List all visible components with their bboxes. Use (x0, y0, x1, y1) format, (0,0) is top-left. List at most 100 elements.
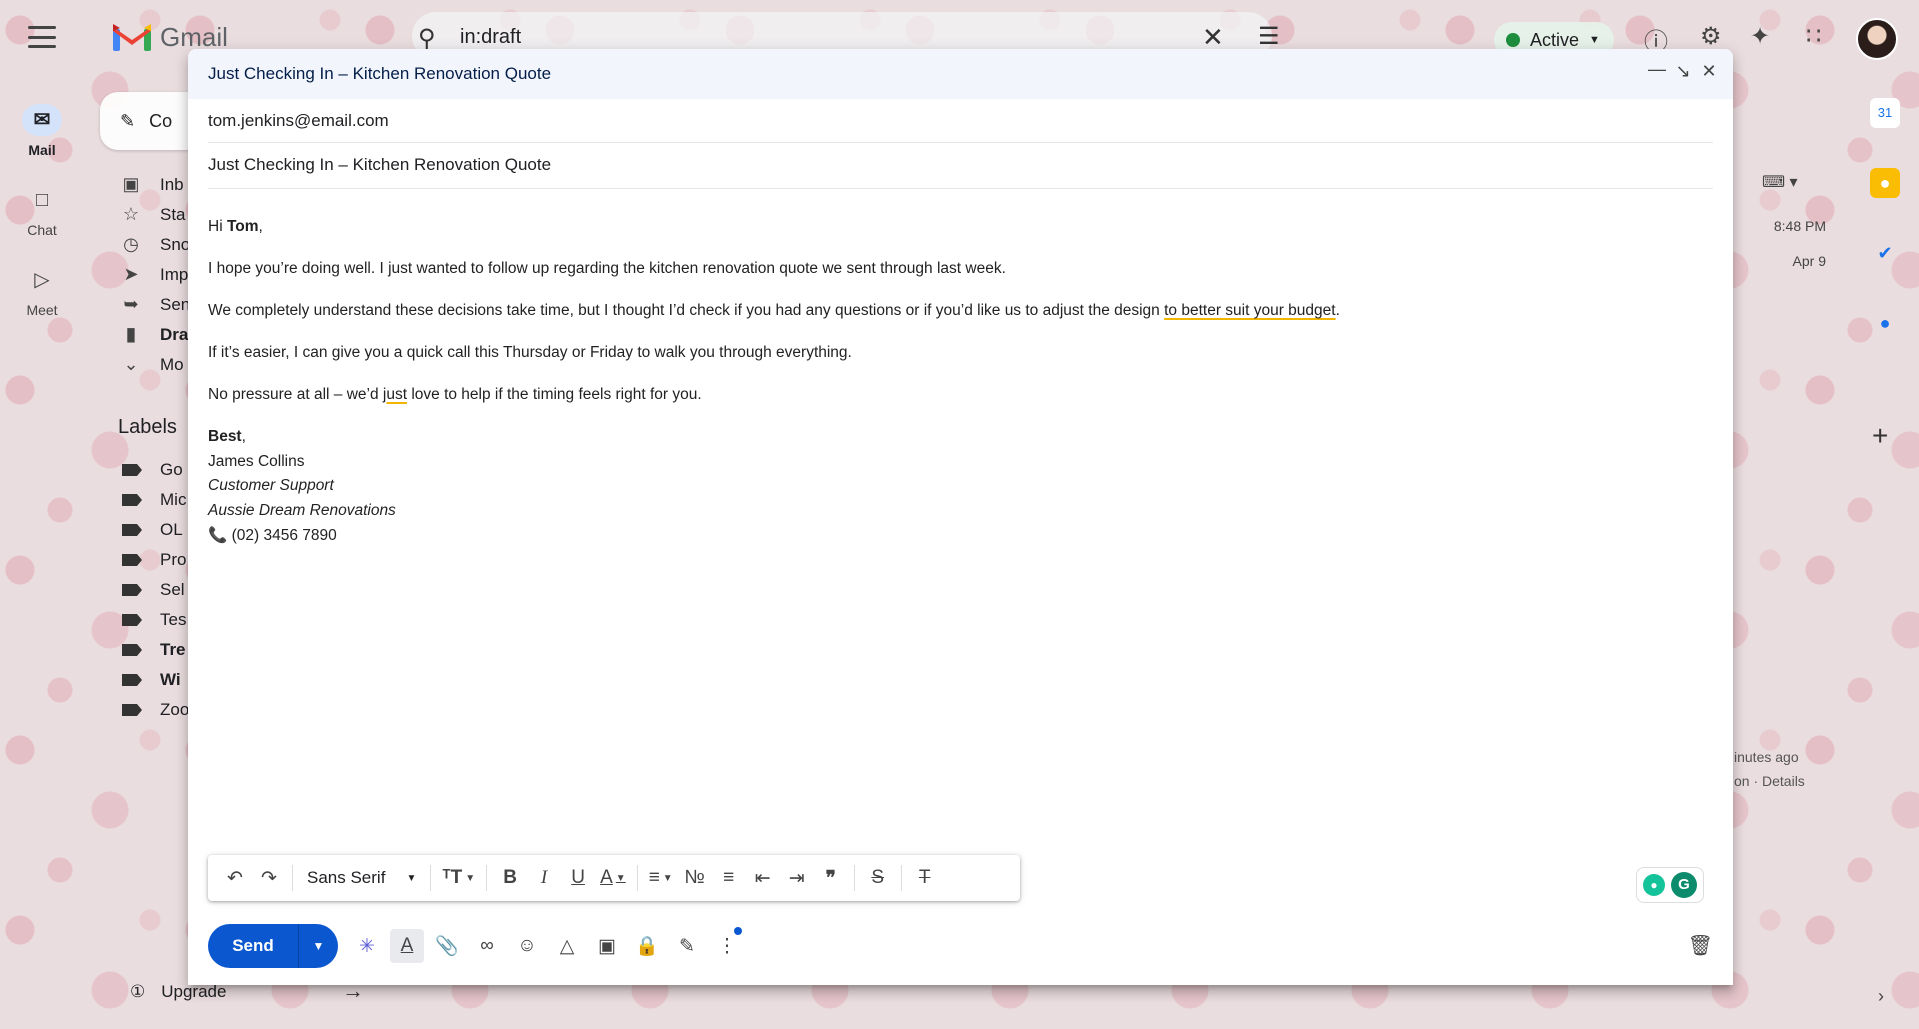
align-icon[interactable]: ≡ ▼ (644, 863, 678, 893)
sidebar-item-important[interactable]: ➤ Imp (120, 264, 188, 285)
send-options-button[interactable]: ▼ (298, 924, 338, 968)
body-paragraph-2: We completely understand these decisions… (208, 301, 1713, 322)
chevron-down-icon: ⌄ (123, 354, 139, 374)
sidebar-item-drafts[interactable]: ▮ Dra (120, 324, 188, 345)
calendar-icon[interactable]: 31 (1870, 98, 1900, 128)
indent-less-icon[interactable]: ⇤ (746, 863, 780, 893)
search-input[interactable]: in:draft (460, 26, 521, 49)
attach-file-icon[interactable]: 📎 (430, 929, 464, 963)
grammar-suggestion[interactable]: just (383, 386, 407, 403)
label-name: OL (160, 520, 183, 539)
bulleted-list-icon[interactable]: ≡ (712, 863, 746, 893)
grammarly-bulb-icon[interactable]: ● (1643, 874, 1665, 896)
meet-icon: ▷ (34, 269, 50, 291)
sidebar-item-sent[interactable]: ➥ Sen (120, 294, 190, 315)
label-item[interactable]: Sel (122, 580, 185, 600)
italic-icon[interactable]: I (527, 863, 561, 893)
label-item[interactable]: Zoo (122, 700, 189, 720)
activity-meta: inutes ago (1734, 749, 1799, 765)
label-item[interactable]: Mic (122, 490, 186, 510)
sign-off: Best, (208, 427, 1713, 448)
tasks-icon[interactable]: ✔ (1870, 238, 1900, 268)
contacts-icon[interactable]: ● (1870, 308, 1900, 338)
activity-details-link[interactable]: on · Details (1734, 773, 1805, 789)
label-item[interactable]: Wi (122, 670, 181, 690)
settings-gear-icon[interactable]: ⚙ (1700, 22, 1722, 51)
signature-company: Aussie Dream Renovations (208, 502, 396, 520)
grammarly-logo-icon[interactable]: G (1671, 872, 1697, 898)
formatting-toolbar: ↶ ↷ Sans Serif ▼ ᵀT ▼ B I U A ▼ ≡ ▼ № ≡ ⇤ ⇥ … (208, 855, 1020, 901)
strikethrough-icon[interactable]: S (861, 863, 895, 893)
emoji-icon[interactable]: ☺ (510, 929, 544, 963)
status-dot-icon (1506, 33, 1520, 47)
rail-meet[interactable]: ▷ Meet (14, 264, 70, 318)
grammar-suggestion[interactable]: to better suit your budget (1164, 302, 1335, 319)
labels-heading: Labels (118, 416, 177, 438)
rail-mail-label: Mail (28, 142, 56, 158)
pencil-icon: ✎ (120, 110, 136, 131)
close-icon[interactable]: ✕ (1697, 61, 1721, 82)
to-field[interactable]: tom.jenkins@email.com (208, 99, 1713, 143)
undo-icon[interactable]: ↶ (218, 863, 252, 893)
ai-assist-icon[interactable]: ✳ (350, 929, 384, 963)
redo-icon[interactable]: ↷ (252, 863, 286, 893)
sidebar-item-more[interactable]: ⌄ Mo (120, 354, 183, 375)
subject-field[interactable]: Just Checking In – Kitchen Renovation Qu… (208, 143, 1713, 189)
font-size-icon[interactable]: ᵀT ▼ (437, 863, 480, 893)
label-name: Go (160, 460, 183, 479)
greeting: Hi Tom, (208, 217, 1713, 238)
send-button[interactable]: Send (208, 924, 298, 968)
mail-icon: ✉ (22, 104, 62, 136)
quote-icon[interactable]: ❞ (814, 863, 848, 893)
grammarly-widget[interactable]: ● G (1636, 867, 1704, 903)
sidebar-item-inbox[interactable]: ▣ Inb (120, 174, 183, 195)
search-options-icon[interactable]: ☰ (1258, 22, 1280, 51)
label-item[interactable]: Tes (122, 610, 186, 630)
font-family-select[interactable]: Sans Serif ▼ (299, 863, 424, 893)
rail-chat[interactable]: □ Chat (14, 184, 70, 238)
keep-icon[interactable]: ● (1870, 168, 1900, 198)
insert-link-icon[interactable]: ∞ (470, 929, 504, 963)
draft-icon: ▮ (126, 324, 136, 344)
keyboard-icon[interactable]: ⌨ ▾ (1762, 172, 1798, 192)
more-options-icon[interactable]: ⋮ (710, 927, 744, 963)
chevron-right-icon[interactable]: › (1878, 986, 1884, 1007)
label-item[interactable]: Tre (122, 640, 186, 660)
message-body[interactable]: Hi Tom, I hope you’re doing well. I just… (208, 217, 1713, 551)
sign-off-comma: , (241, 427, 246, 445)
upgrade-link[interactable]: ① Upgrade (130, 982, 226, 1002)
indent-more-icon[interactable]: ⇥ (780, 863, 814, 893)
greeting-text: Hi (208, 218, 227, 235)
confidential-mode-icon[interactable]: 🔒 (630, 929, 664, 963)
recipient-chip[interactable]: tom.jenkins@email.com (208, 111, 389, 130)
bold-icon[interactable]: B (493, 863, 527, 893)
numbered-list-icon[interactable]: № (678, 863, 712, 893)
exit-fullscreen-icon[interactable]: ↘ (1671, 61, 1695, 82)
gemini-sparkle-icon[interactable]: ✦ (1750, 22, 1770, 51)
label-item[interactable]: Pro (122, 550, 186, 570)
compose-header[interactable]: Just Checking In – Kitchen Renovation Qu… (188, 49, 1733, 99)
greeting-name: Tom (226, 218, 259, 235)
label-item[interactable]: OL (122, 520, 183, 540)
insert-photo-icon[interactable]: ▣ (590, 929, 624, 963)
subject-input[interactable]: Just Checking In – Kitchen Renovation Qu… (208, 155, 551, 174)
signature-pen-icon[interactable]: ✎ (670, 929, 704, 963)
minimize-icon[interactable]: — (1645, 59, 1669, 80)
apps-grid-icon[interactable]: ∷ (1806, 22, 1821, 51)
main-menu-icon[interactable] (28, 26, 56, 48)
account-avatar[interactable] (1856, 18, 1898, 60)
discard-draft-icon[interactable]: 🗑 (1688, 933, 1713, 958)
label-name: Tre (160, 640, 186, 659)
underline-icon[interactable]: U (561, 863, 595, 893)
compose-button-label: Co (149, 110, 173, 131)
star-icon: ☆ (122, 204, 140, 224)
sidebar-item-snoozed[interactable]: ◷ Sno (120, 234, 190, 255)
add-addon-icon[interactable]: + (1872, 420, 1888, 452)
google-drive-icon[interactable]: △ (550, 929, 584, 963)
label-item[interactable]: Go (122, 460, 183, 480)
formatting-options-icon[interactable]: A (390, 929, 424, 963)
rail-mail[interactable]: ✉ Mail (14, 104, 70, 158)
sidebar-item-starred[interactable]: ☆ Sta (120, 204, 186, 225)
text-color-icon[interactable]: A ▼ (595, 863, 631, 893)
remove-formatting-icon[interactable]: T (908, 863, 942, 893)
